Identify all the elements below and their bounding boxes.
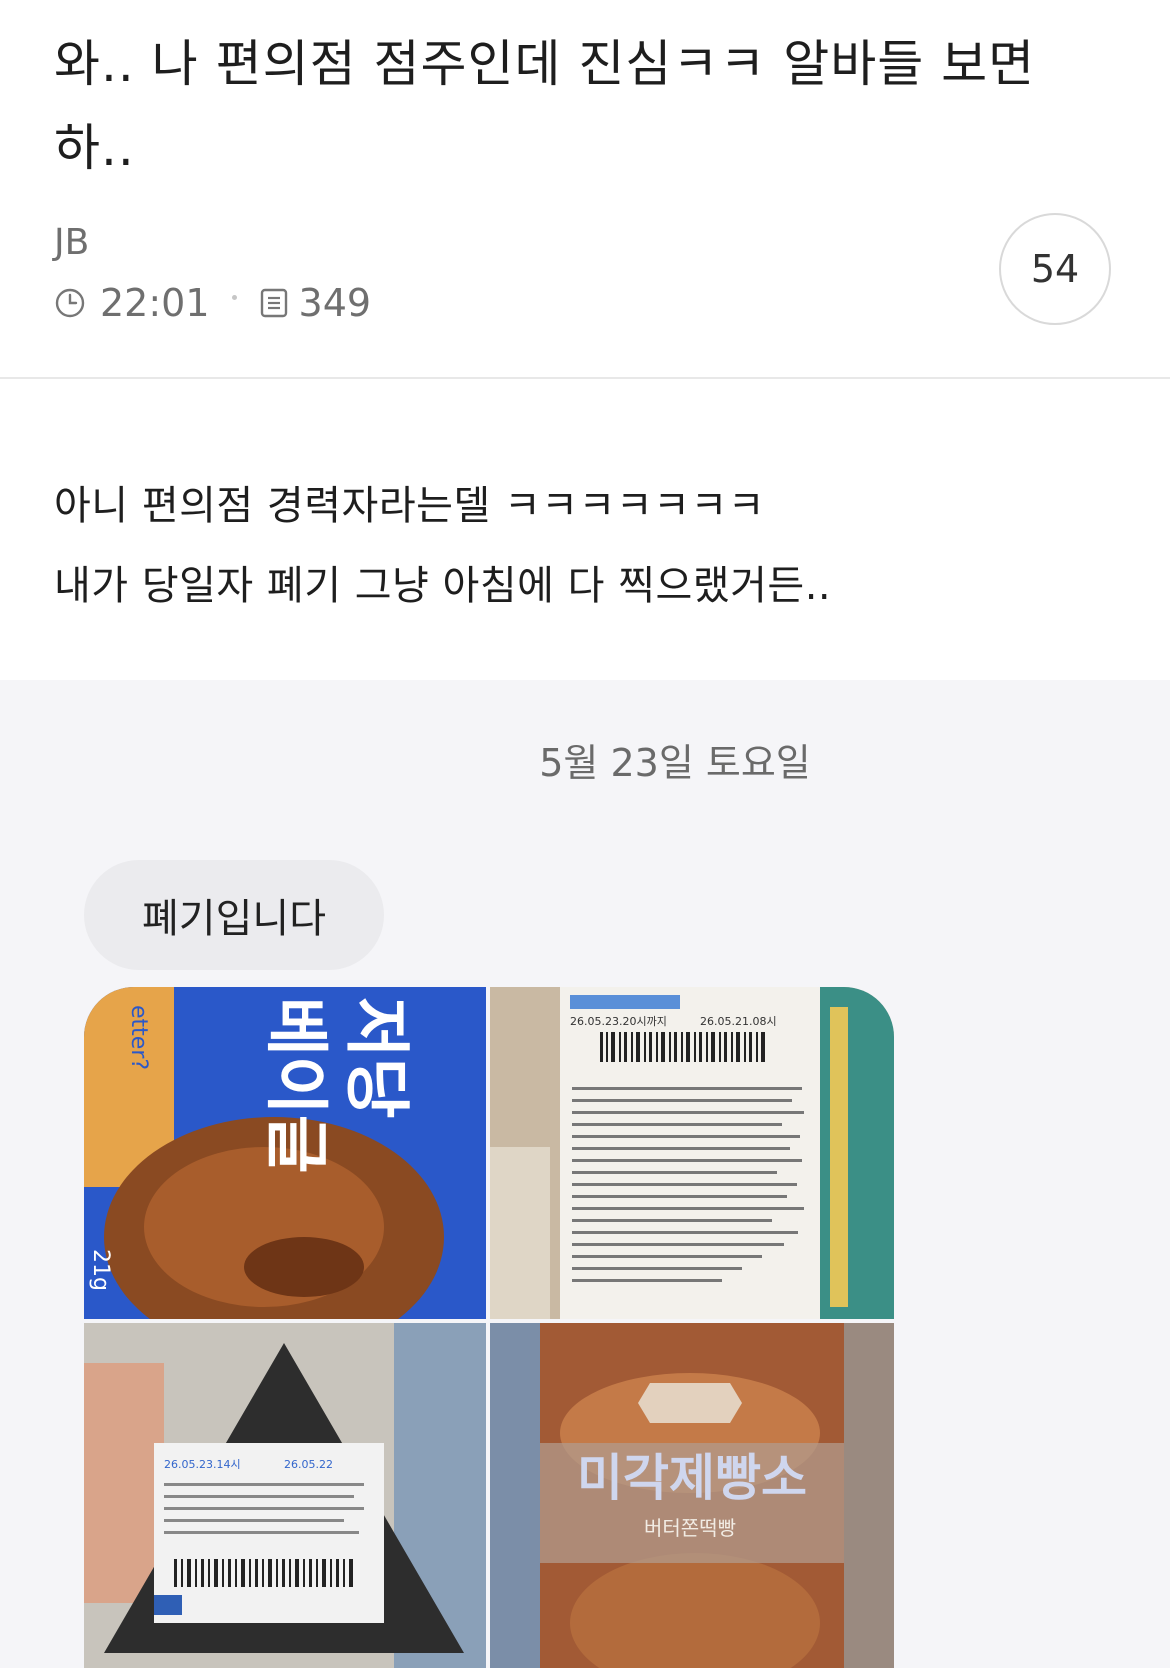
chat-date: 5월 23일 토요일 <box>539 741 811 785</box>
meta-separator <box>231 294 237 300</box>
photo-bakery[interactable]: 미각제빵소 버터쫀떡빵 <box>490 1323 894 1668</box>
clock-icon <box>54 287 86 319</box>
divider <box>0 377 1170 379</box>
bakery-printed-text: 버터쫀떡빵 <box>644 1516 736 1540</box>
body-line: 아니 편의점 경력자라는델 ㅋㅋㅋㅋㅋㅋㅋ <box>54 483 766 529</box>
photo-onigiri[interactable]: 26.05.23.14시 26.05.22 <box>84 1323 486 1668</box>
label-printed-text: 26.05.21.08시 <box>700 1015 777 1028</box>
document-icon <box>259 287 289 319</box>
chat-screenshot-image: 5월 23일 토요일 폐기입니다 etter? 저당 베이글 21g 26.05… <box>0 680 1170 1668</box>
bread-printed-text: etter? <box>126 1005 151 1070</box>
post-title: 와.. 나 편의점 점주인데 진심ㅋㅋ 알바들 보면 하.. <box>54 35 1036 177</box>
bread-printed-text: 21g <box>88 1249 113 1291</box>
bread-printed-text: 베이글 <box>258 997 332 1174</box>
post-header: 와.. 나 편의점 점주인데 진심ㅋㅋ 알바들 보면 하.. JB 22:01 … <box>0 0 1170 378</box>
label-printed-text: 26.05.23.20시까지 <box>570 1015 667 1028</box>
bread-printed-text: 저당 <box>338 997 415 1118</box>
post-time: 22:01 <box>100 281 210 325</box>
photo-bread[interactable]: etter? 저당 베이글 21g <box>84 987 486 1319</box>
post-meta: 22:01 349 <box>54 280 371 326</box>
body-line: 내가 당일자 폐기 그냥 아침에 다 찍으랬거든.. <box>54 563 832 609</box>
author-name[interactable]: JB <box>54 222 89 263</box>
bakery-printed-text: 미각제빵소 <box>577 1449 807 1507</box>
view-count: 349 <box>298 281 372 325</box>
message-bubble: 폐기입니다 <box>84 860 384 970</box>
onigiri-printed-text: 26.05.23.14시 <box>164 1458 241 1471</box>
comment-count-button[interactable]: 54 <box>999 213 1111 325</box>
post-body: 아니 편의점 경력자라는델 ㅋㅋㅋㅋㅋㅋㅋ 내가 당일자 폐기 그냥 아침에 다… <box>54 466 1124 626</box>
photo-label[interactable]: 26.05.23.20시까지 26.05.21.08시 <box>490 987 894 1319</box>
onigiri-printed-text: 26.05.22 <box>284 1458 333 1471</box>
photo-grid: etter? 저당 베이글 21g 26.05.23.20시까지 26.05.2… <box>84 987 894 1668</box>
